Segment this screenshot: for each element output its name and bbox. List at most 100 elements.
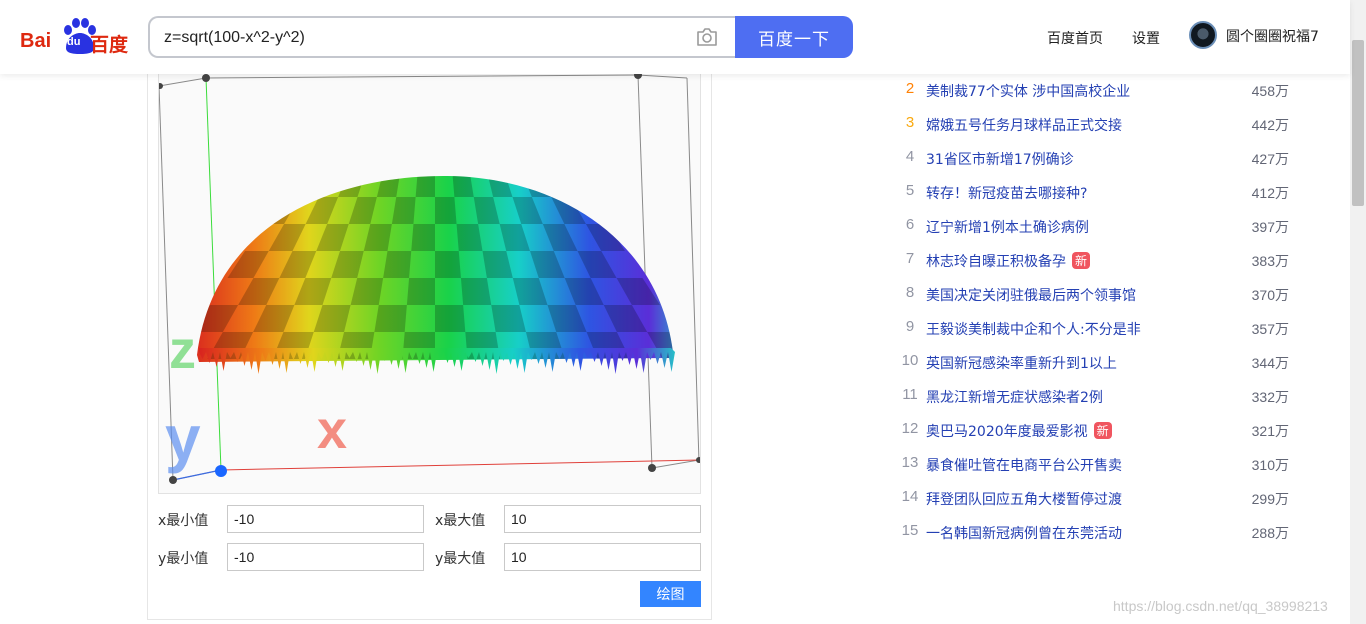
box-corner-dot (696, 457, 700, 463)
hot-title-text: 一名韩国新冠病例曾在东莞活动 (926, 526, 1122, 542)
y-min-input[interactable] (227, 543, 424, 571)
surface-cell (456, 224, 483, 251)
x-max-label: x最大值 (435, 513, 486, 529)
hot-count: 299万 (1251, 491, 1289, 507)
hot-rank: 2 (905, 80, 915, 97)
watermark: https://blog.csdn.net/qq_38998213 (1113, 598, 1328, 614)
hot-title-text: 美国决定关闭驻俄最后两个领事馆 (926, 288, 1136, 304)
page: z y x x最小值 x最大值 y最小值 y最大值 绘图 2 美制裁77个实体 涉… (0, 0, 1366, 624)
nav-settings[interactable]: 设置 (1132, 28, 1160, 48)
hot-title-link[interactable]: 奥巴马2020年度最爱影视新 (926, 421, 1112, 441)
hot-rank: 15 (901, 522, 919, 539)
avatar[interactable] (1189, 21, 1217, 49)
hot-title-link[interactable]: 林志玲自曝正积极备孕新 (926, 251, 1091, 271)
hot-title-text: 英国新冠感染率重新升到1以上 (926, 356, 1117, 372)
surface-cell (406, 278, 435, 305)
hot-rank: 11 (902, 386, 918, 403)
hot-list-item[interactable]: 10 英国新冠感染率重新升到1以上 344万 (898, 352, 1293, 376)
surface-cell (555, 175, 590, 197)
surface-cell (383, 251, 412, 278)
z-axis-line (205, 77, 222, 471)
username[interactable]: 圆个圈圈祝福7 (1226, 26, 1319, 46)
hot-list-item[interactable]: 6 辽宁新增1例本土确诊病例 397万 (898, 216, 1293, 240)
hot-list-item[interactable]: 2 美制裁77个实体 涉中国高校企业 458万 (898, 80, 1293, 104)
hot-title-text: 嫦娥五号任务月球样品正式交接 (926, 118, 1122, 134)
hot-title-link[interactable]: 转存！新冠疫苗去哪接种? (926, 183, 1087, 203)
search-button[interactable]: 百度一下 (735, 16, 853, 58)
camera-icon[interactable] (696, 27, 718, 47)
nav-baidu-home[interactable]: 百度首页 (1047, 28, 1103, 48)
y-max-input[interactable] (504, 543, 701, 571)
hot-count: 370万 (1251, 287, 1289, 303)
hot-title-text: 31省区市新增17例确诊 (926, 152, 1074, 168)
x-max-input[interactable] (504, 505, 701, 533)
surface-cell (299, 175, 332, 197)
x-min-label: x最小值 (158, 513, 209, 529)
hot-list-item[interactable]: 7 林志玲自曝正积极备孕新 383万 (898, 250, 1293, 274)
plot-canvas-3d[interactable]: z y x (158, 70, 701, 494)
logo-text-baidu: 百度 (90, 34, 129, 56)
hot-title-link[interactable]: 美制裁77个实体 涉中国高校企业 (926, 81, 1130, 101)
surface-cell (411, 224, 435, 251)
hot-title-link[interactable]: 暴食催吐管在电商平台公开售卖 (926, 455, 1122, 475)
hot-rank: 14 (901, 488, 919, 505)
draw-button[interactable]: 绘图 (640, 581, 701, 607)
hot-title-link[interactable]: 美国决定关闭驻俄最后两个领事馆 (926, 285, 1136, 305)
hot-list-item[interactable]: 12 奥巴马2020年度最爱影视新 321万 (898, 420, 1293, 444)
hot-title-link[interactable]: 拜登团队回应五角大楼暂停过渡 (926, 489, 1122, 509)
hot-rank: 7 (905, 250, 915, 267)
hot-count: 397万 (1251, 219, 1289, 235)
hot-title-text: 王毅谈美制裁中企和个人:不分是非 (926, 322, 1141, 338)
hot-title-link[interactable]: 嫦娥五号任务月球样品正式交接 (926, 115, 1122, 135)
x-min-input[interactable] (227, 505, 424, 533)
new-badge: 新 (1072, 252, 1091, 269)
surface-cell (435, 305, 466, 332)
hot-count: 288万 (1251, 525, 1289, 541)
hot-count: 383万 (1251, 253, 1289, 269)
hot-count: 310万 (1251, 457, 1289, 473)
hot-title-text: 林志玲自曝正积极备孕 (926, 254, 1066, 270)
surface-cell (415, 175, 435, 197)
hot-rank: 12 (901, 420, 919, 437)
new-badge: 新 (1093, 422, 1112, 439)
hot-count: 442万 (1251, 117, 1289, 133)
hot-rank: 9 (905, 318, 915, 335)
hot-list-item[interactable]: 11 黑龙江新增无症状感染者2例 332万 (898, 386, 1293, 410)
hot-list-item[interactable]: 14 拜登团队回应五角大楼暂停过渡 299万 (898, 488, 1293, 512)
hot-title-link[interactable]: 31省区市新增17例确诊 (926, 149, 1074, 169)
hot-list-item[interactable]: 13 暴食催吐管在电商平台公开售卖 310万 (898, 454, 1293, 478)
hot-list-item[interactable]: 4 31省区市新增17例确诊 427万 (898, 148, 1293, 172)
hot-title-link[interactable]: 一名韩国新冠病例曾在东莞活动 (926, 523, 1122, 543)
hot-list-item[interactable]: 8 美国决定关闭驻俄最后两个领事馆 370万 (898, 284, 1293, 308)
hot-list-item[interactable]: 5 转存！新冠疫苗去哪接种? 412万 (898, 182, 1293, 206)
hot-title-text: 转存！新冠疫苗去哪接种? (926, 186, 1088, 202)
hot-title-link[interactable]: 王毅谈美制裁中企和个人:不分是非 (926, 319, 1141, 339)
box-corner-dot (169, 476, 177, 484)
search-box (148, 16, 736, 58)
hot-title-text: 暴食催吐管在电商平台公开售卖 (926, 458, 1122, 474)
search-input[interactable] (164, 27, 684, 49)
hot-title-text: 黑龙江新增无症状感染者2例 (926, 390, 1103, 406)
hot-title-text: 美制裁77个实体 涉中国高校企业 (926, 84, 1131, 100)
hot-rank: 5 (905, 182, 915, 199)
x-axis-label: x (317, 400, 347, 460)
hot-rank: 8 (905, 284, 915, 301)
hot-count: 357万 (1251, 321, 1289, 337)
scrollbar-thumb[interactable] (1352, 40, 1364, 206)
hot-list-item[interactable]: 3 嫦娥五号任务月球样品正式交接 442万 (898, 114, 1293, 138)
hot-title-text: 奥巴马2020年度最爱影视 (926, 424, 1088, 440)
hot-count: 332万 (1251, 389, 1289, 405)
hot-count: 321万 (1251, 423, 1289, 439)
hot-title-link[interactable]: 辽宁新增1例本土确诊病例 (926, 217, 1089, 237)
hemisphere-surface (197, 175, 675, 374)
surface-cell (435, 197, 457, 224)
baidu-logo[interactable]: Bai du 百度 (20, 18, 130, 58)
hot-title-link[interactable]: 黑龙江新增无症状感染者2例 (926, 387, 1103, 407)
origin-handle[interactable] (215, 465, 227, 477)
hot-title-text: 拜登团队回应五角大楼暂停过渡 (926, 492, 1122, 508)
hot-rank: 3 (905, 114, 915, 131)
hot-title-link[interactable]: 英国新冠感染率重新升到1以上 (926, 353, 1117, 373)
hot-list-item[interactable]: 9 王毅谈美制裁中企和个人:不分是非 357万 (898, 318, 1293, 342)
hot-list-item[interactable]: 15 一名韩国新冠病例曾在东莞活动 288万 (898, 522, 1293, 546)
box-corner-dot (202, 74, 210, 82)
